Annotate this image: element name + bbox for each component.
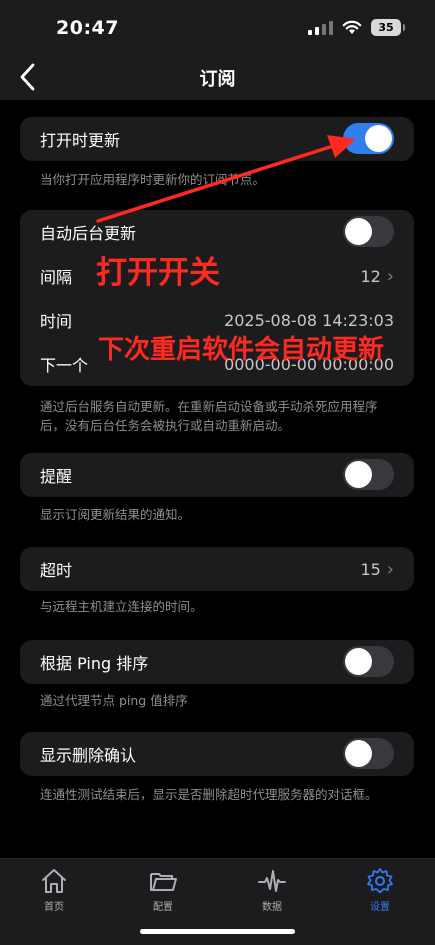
navigation-bar: 20:47 35 订阅 [0, 0, 435, 100]
tab-data[interactable]: 数据 [242, 867, 302, 913]
cellular-signal-icon [308, 20, 333, 35]
delete-confirm-footer: 连通性测试结束后，显示是否删除超时代理服务器的对话框。 [40, 787, 378, 802]
status-time: 20:47 [56, 17, 119, 39]
waveform-icon [258, 870, 286, 892]
reminder-label: 提醒 [40, 467, 73, 486]
gear-icon [367, 868, 393, 894]
open-update-label: 打开时更新 [40, 131, 121, 150]
auto-update-toggle[interactable] [343, 216, 394, 247]
interval-value: 12 [360, 266, 381, 286]
battery-icon: 35 [371, 19, 405, 36]
toggle-knob [345, 648, 372, 675]
timeout-value-wrap: 15 › [360, 547, 394, 591]
tab-label: 设置 [370, 902, 390, 913]
open-update-row[interactable]: 打开时更新 [20, 117, 414, 161]
timeout-label: 超时 [40, 561, 73, 580]
ping-sort-label: 根据 Ping 排序 [40, 654, 149, 673]
time-label: 时间 [40, 312, 73, 331]
tab-label: 首页 [44, 902, 64, 913]
ping-sort-group: 根据 Ping 排序 [20, 640, 414, 684]
tab-settings[interactable]: 设置 [350, 867, 410, 913]
delete-confirm-toggle[interactable] [343, 738, 394, 769]
next-label: 下一个 [40, 356, 89, 375]
interval-value-wrap: 12 › [360, 254, 394, 298]
delete-confirm-label: 显示删除确认 [40, 746, 137, 765]
auto-update-label: 自动后台更新 [40, 224, 137, 243]
chevron-right-icon: › [386, 558, 394, 580]
tab-label: 数据 [262, 902, 282, 913]
reminder-row[interactable]: 提醒 [20, 453, 414, 497]
tab-label: 配置 [153, 902, 173, 913]
timeout-footer: 与远程主机建立连接的时间。 [40, 599, 203, 614]
annotation-open-switch: 打开开关 [96, 255, 220, 291]
reminder-footer: 显示订阅更新结果的通知。 [40, 507, 191, 522]
toggle-knob [365, 125, 392, 152]
toggle-knob [345, 740, 372, 767]
home-icon [42, 869, 66, 893]
background-update-footer: 通过后台服务自动更新。在重新启动设备或手动杀死应用程序后，没有后台任务会被执行或… [40, 399, 378, 433]
open-update-footer: 当你打开应用程序时更新你的订阅节点。 [40, 172, 266, 187]
status-icons: 35 [308, 19, 405, 36]
open-update-toggle[interactable] [343, 123, 394, 154]
ping-sort-row[interactable]: 根据 Ping 排序 [20, 640, 414, 684]
home-indicator [140, 929, 295, 934]
reminder-toggle[interactable] [343, 459, 394, 490]
toggle-knob [345, 218, 372, 245]
open-update-group: 打开时更新 [20, 117, 414, 161]
chevron-right-icon: › [386, 265, 394, 287]
annotation-restart-note: 下次重启软件会自动更新 [98, 335, 385, 365]
timeout-value: 15 [360, 559, 381, 579]
delete-confirm-group: 显示删除确认 [20, 732, 414, 776]
tab-config[interactable]: 配置 [133, 867, 193, 913]
ping-sort-footer: 通过代理节点 ping 值排序 [40, 693, 188, 708]
ping-sort-toggle[interactable] [343, 646, 394, 677]
interval-label: 间隔 [40, 268, 73, 287]
tab-home[interactable]: 首页 [24, 867, 84, 913]
page-title: 订阅 [199, 69, 236, 90]
delete-confirm-row[interactable]: 显示删除确认 [20, 732, 414, 776]
timeout-row[interactable]: 超时 15 › [20, 547, 414, 591]
timeout-group: 超时 15 › [20, 547, 414, 591]
toggle-knob [345, 461, 372, 488]
wifi-icon [342, 20, 362, 34]
folder-icon [150, 873, 177, 891]
reminder-group: 提醒 [20, 453, 414, 497]
